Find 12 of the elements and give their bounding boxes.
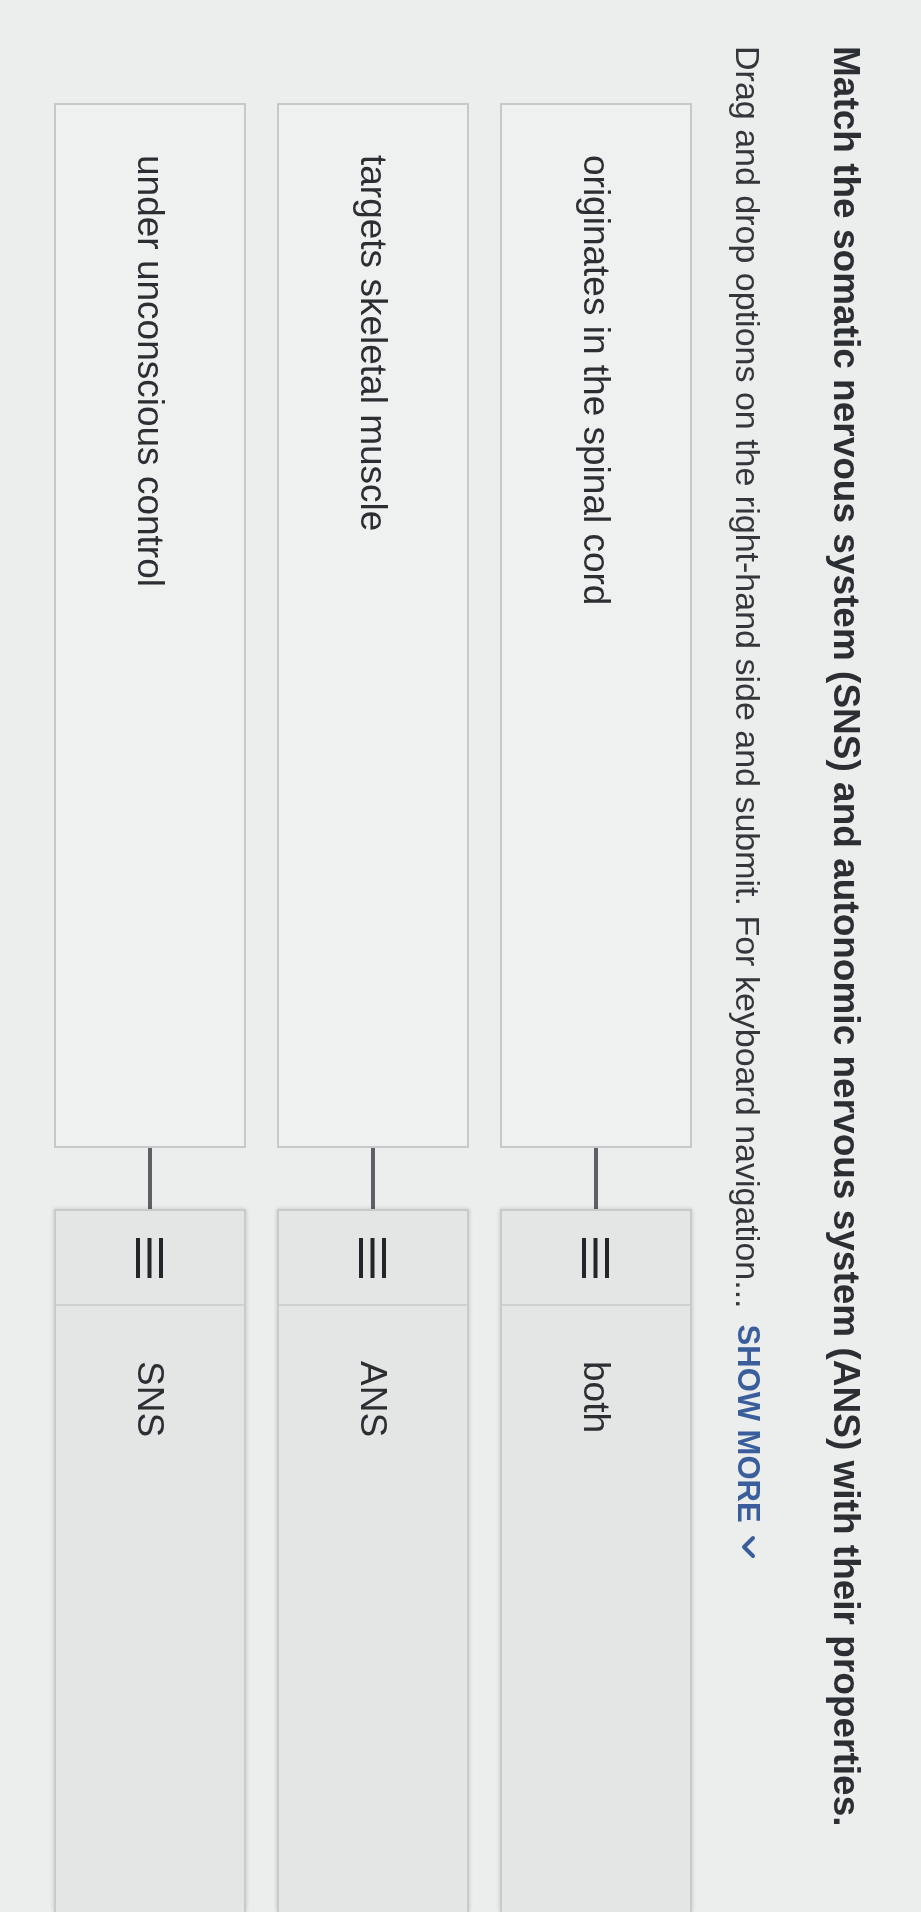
prompt-text: under unconscious control [129,155,172,587]
drag-handle-icon [359,1237,387,1278]
answer-tile[interactable]: SNS [54,1209,246,1912]
answer-tile[interactable]: both [500,1209,692,1912]
drag-handle-icon [136,1237,164,1278]
instructions-text: Drag and drop options on the right-hand side and submit. For keyboard navigation... [728,46,768,1309]
drag-handle-icon [582,1237,610,1278]
show-more-link[interactable]: SHOW MORE [726,1324,770,1559]
answer-tile[interactable]: ANS [277,1209,469,1912]
prompt-text: targets skeletal muscle [352,155,395,532]
question-title: Match the somatic nervous system (SNS) and autonomic nervous system (ANS) with their properties. [825,46,868,1827]
prompt-text: originates in the spinal cord [575,155,618,606]
